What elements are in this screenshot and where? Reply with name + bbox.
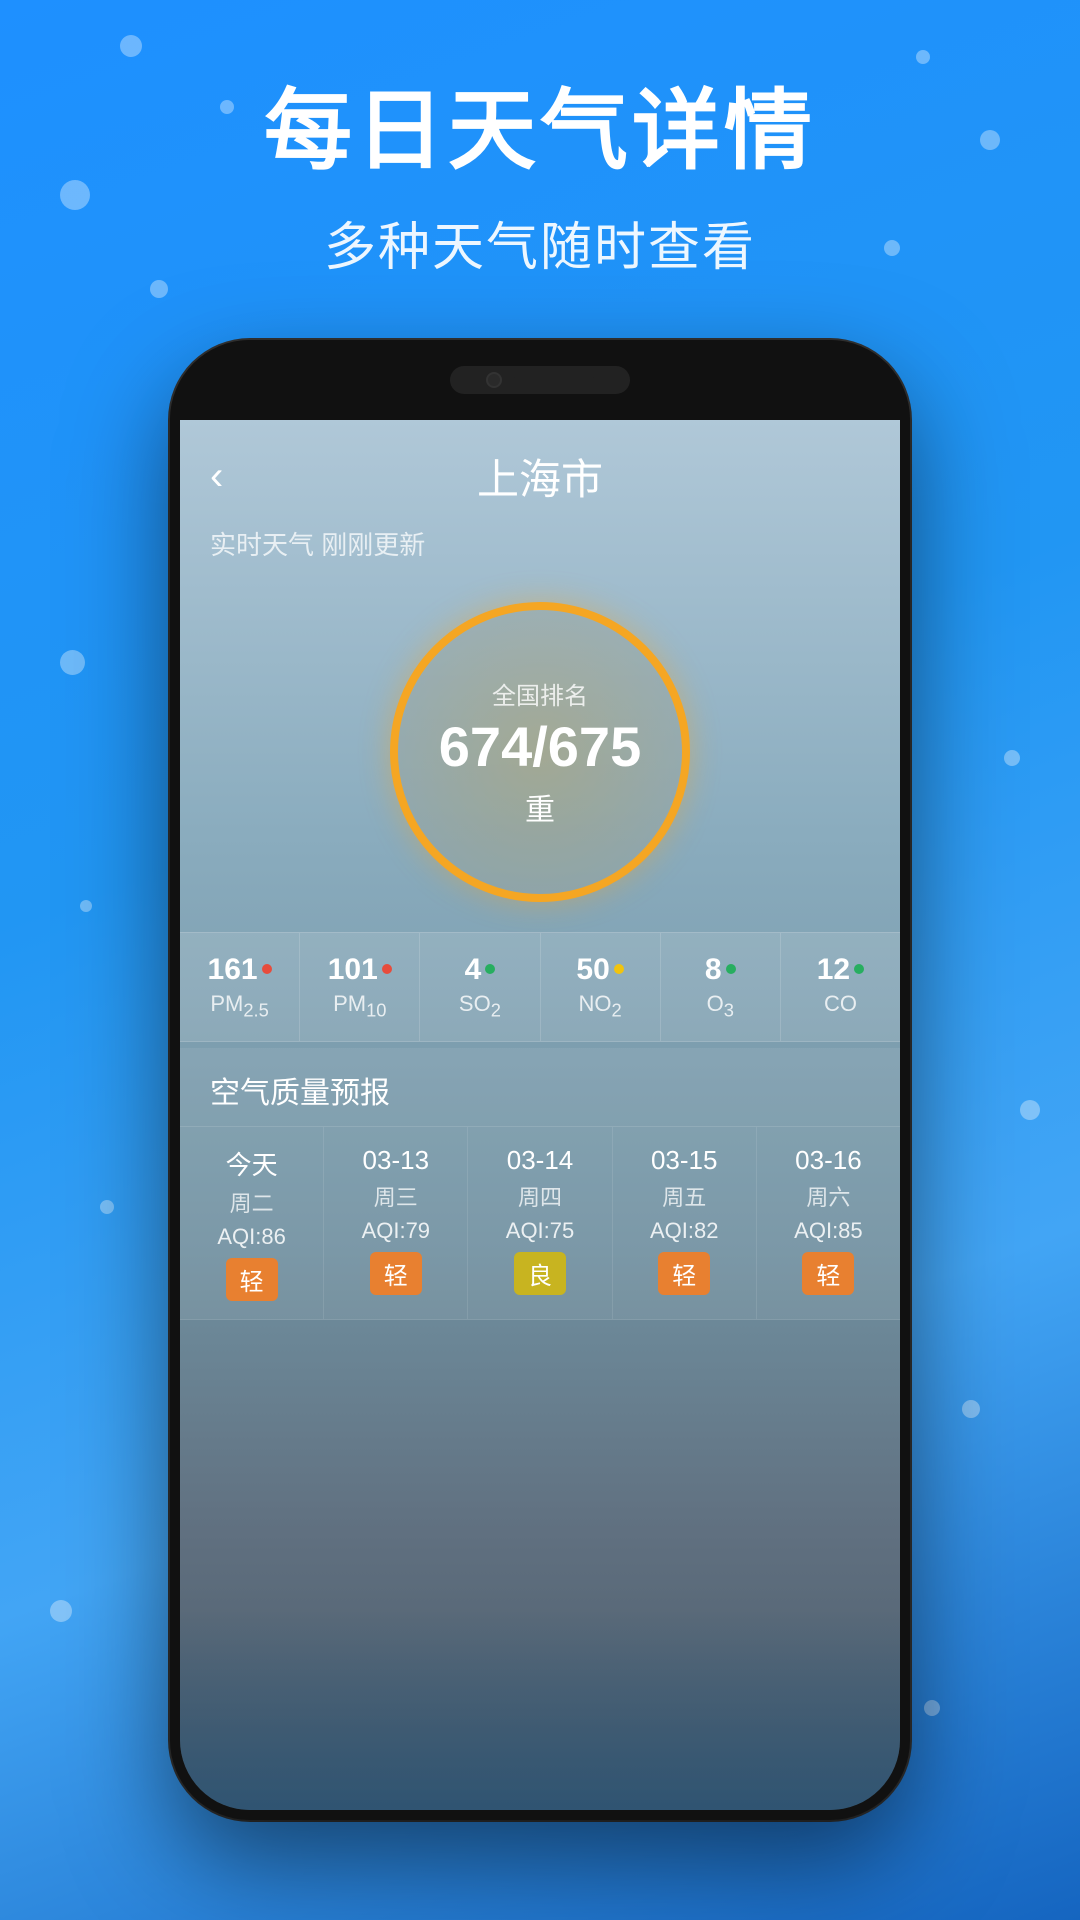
back-button[interactable]: ‹ (210, 454, 223, 499)
bg-dot (962, 1400, 980, 1418)
forecast-date: 03-15 (651, 1145, 718, 1176)
hero-title: 每日天气详情 (0, 60, 1080, 187)
bg-dot (60, 650, 85, 675)
forecast-badge: 轻 (370, 1252, 422, 1295)
phone-mockup: ‹ 上海市 实时天气 刚刚更新 全国排名 674/675 重 161 (170, 340, 910, 1820)
aqi-circle: 全国排名 674/675 重 (390, 602, 690, 902)
so2-dot (485, 964, 495, 974)
forecast-aqi: AQI:79 (362, 1218, 430, 1244)
bg-dot (924, 1700, 940, 1716)
forecast-date: 03-13 (363, 1145, 430, 1176)
forecast-section: 空气质量预报 今天 周二 AQI:86 轻 03-13 周三 AQI:79 轻 … (180, 1048, 900, 1320)
phone-screen: ‹ 上海市 实时天气 刚刚更新 全国排名 674/675 重 161 (180, 416, 900, 1810)
forecast-weekday: 周二 (230, 1186, 274, 1218)
wave-bottom (180, 1610, 900, 1810)
so2-value: 4 (465, 953, 482, 987)
bg-dot (120, 35, 142, 57)
pm25-label: PM2.5 (210, 991, 268, 1021)
city-name: 上海市 (477, 446, 603, 507)
pollutant-value-row: 101 (328, 953, 392, 987)
forecast-col-2: 03-14 周四 AQI:75 良 (468, 1127, 612, 1319)
so2-label: SO2 (459, 991, 501, 1021)
pollutant-o3: 8 O3 (661, 933, 781, 1041)
bg-dot (1020, 1100, 1040, 1120)
no2-value: 50 (576, 953, 609, 987)
forecast-date: 03-14 (507, 1145, 574, 1176)
forecast-badge: 良 (514, 1252, 566, 1295)
pollutant-pm25: 161 PM2.5 (180, 933, 300, 1041)
pollutant-no2: 50 NO2 (541, 933, 661, 1041)
pollutants-row: 161 PM2.5 101 PM10 4 (180, 932, 900, 1042)
forecast-badge: 轻 (226, 1258, 278, 1301)
forecast-weekday: 周五 (662, 1180, 706, 1212)
pollutant-value-row: 4 (465, 953, 496, 987)
co-value: 12 (817, 953, 850, 987)
forecast-aqi: AQI:82 (650, 1218, 718, 1244)
forecast-weekday: 周四 (518, 1180, 562, 1212)
o3-dot (726, 964, 736, 974)
speaker-icon (514, 375, 594, 385)
forecast-weekday: 周三 (374, 1180, 418, 1212)
pollutant-value-row: 12 (817, 953, 864, 987)
co-label: CO (824, 991, 857, 1017)
pm10-value: 101 (328, 953, 378, 987)
camera-icon (486, 372, 502, 388)
forecast-col-4: 03-16 周六 AQI:85 轻 (757, 1127, 900, 1319)
forecast-aqi: AQI:86 (217, 1224, 285, 1250)
bg-dot (100, 1200, 114, 1214)
app-header: ‹ 上海市 (180, 416, 900, 517)
pm25-value: 161 (208, 953, 258, 987)
no2-dot (614, 964, 624, 974)
forecast-col-1: 03-13 周三 AQI:79 轻 (324, 1127, 468, 1319)
forecast-row: 今天 周二 AQI:86 轻 03-13 周三 AQI:79 轻 03-14 周… (180, 1127, 900, 1320)
bg-dot (80, 900, 92, 912)
update-text: 实时天气 刚刚更新 (180, 517, 900, 582)
forecast-date: 03-16 (795, 1145, 862, 1176)
co-dot (854, 964, 864, 974)
o3-label: O3 (707, 991, 734, 1021)
hero-subtitle: 多种天气随时查看 (0, 205, 1080, 280)
pollutant-pm10: 101 PM10 (300, 933, 420, 1041)
forecast-badge: 轻 (802, 1252, 854, 1295)
rank-label: 全国排名 (492, 676, 588, 711)
o3-value: 8 (705, 953, 722, 987)
forecast-title: 空气质量预报 (180, 1048, 900, 1127)
pollutant-value-row: 161 (208, 953, 272, 987)
pm10-label: PM10 (333, 991, 386, 1021)
bg-dot (1004, 750, 1020, 766)
no2-label: NO2 (579, 991, 622, 1021)
forecast-aqi: AQI:85 (794, 1218, 862, 1244)
pollutant-so2: 4 SO2 (420, 933, 540, 1041)
phone-notch (170, 340, 910, 420)
rank-value: 674/675 (439, 719, 641, 775)
pm25-dot (262, 964, 272, 974)
bg-dot (150, 280, 168, 298)
pm10-dot (382, 964, 392, 974)
aqi-level-text: 重 (525, 785, 555, 829)
forecast-aqi: AQI:75 (506, 1218, 574, 1244)
phone-outer: ‹ 上海市 实时天气 刚刚更新 全国排名 674/675 重 161 (170, 340, 910, 1820)
forecast-badge: 轻 (658, 1252, 710, 1295)
hero-text-section: 每日天气详情 多种天气随时查看 (0, 60, 1080, 280)
notch-bar (450, 366, 630, 394)
aqi-circle-section: 全国排名 674/675 重 (180, 582, 900, 932)
pollutant-value-row: 8 (705, 953, 736, 987)
pollutant-value-row: 50 (576, 953, 623, 987)
forecast-weekday: 周六 (806, 1180, 850, 1212)
forecast-col-0: 今天 周二 AQI:86 轻 (180, 1127, 324, 1319)
forecast-col-3: 03-15 周五 AQI:82 轻 (613, 1127, 757, 1319)
forecast-date: 今天 (226, 1145, 278, 1182)
pollutant-co: 12 CO (781, 933, 900, 1041)
bg-dot (50, 1600, 72, 1622)
